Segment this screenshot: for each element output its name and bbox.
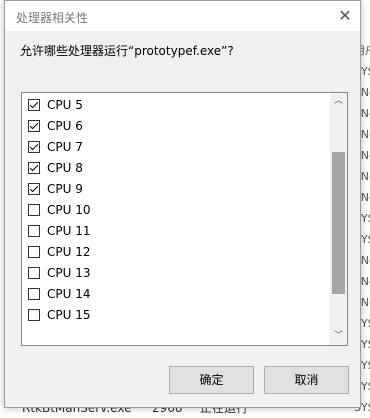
processor-item[interactable]: CPU 5 [28,94,83,115]
processor-label: CPU 10 [47,202,91,217]
processor-label: CPU 14 [47,286,91,301]
processor-item[interactable]: CPU 15 [28,304,90,325]
title-bar[interactable]: 处理器相关性 ✕ [5,1,360,31]
scroll-up-arrow-icon[interactable]: ︿ [330,93,347,110]
checkbox-checked[interactable] [28,98,40,111]
processor-label: CPU 13 [47,265,91,280]
dialog-title: 处理器相关性 [16,11,89,25]
processor-item[interactable]: CPU 8 [28,157,83,178]
processor-item[interactable]: CPU 7 [28,136,83,157]
processor-label: CPU 11 [47,223,91,238]
processor-item[interactable]: CPU 12 [28,241,90,262]
scroll-down-arrow-icon[interactable]: ﹀ [330,328,347,345]
ok-button[interactable]: 确定 [169,366,254,394]
close-icon[interactable]: ✕ [334,5,356,27]
checkbox-unchecked[interactable] [28,287,40,300]
processor-label: CPU 9 [47,181,83,196]
scroll-thumb[interactable] [332,152,345,294]
processor-item[interactable]: CPU 10 [28,199,90,220]
processor-affinity-dialog: 处理器相关性 ✕ 允许哪些处理器运行“prototypef.exe”? CPU … [4,0,361,408]
checkbox-checked[interactable] [28,140,40,153]
processor-item[interactable]: CPU 13 [28,262,90,283]
processor-list[interactable]: CPU 5 CPU 6 CPU 7 CPU 8 CPU 9 CPU 10 CPU 11 CPU… [21,92,348,346]
checkbox-checked[interactable] [28,161,40,174]
checkbox-unchecked[interactable] [28,203,40,216]
checkbox-unchecked[interactable] [28,266,40,279]
cancel-button[interactable]: 取消 [264,366,349,394]
processor-item[interactable]: CPU 9 [28,178,83,199]
dialog-prompt: 允许哪些处理器运行“prototypef.exe”? [20,44,234,58]
processor-item[interactable]: CPU 14 [28,283,90,304]
processor-label: CPU 12 [47,244,91,259]
vertical-scrollbar[interactable]: ︿ ﹀ [330,93,347,345]
checkbox-unchecked[interactable] [28,224,40,237]
processor-label: CPU 7 [47,139,83,154]
processor-label: CPU 8 [47,160,83,175]
processor-label: CPU 15 [47,307,91,322]
processor-label: CPU 6 [47,118,83,133]
processor-item[interactable]: CPU 6 [28,115,83,136]
processor-item[interactable]: CPU 11 [28,220,90,241]
checkbox-unchecked[interactable] [28,245,40,258]
checkbox-checked[interactable] [28,119,40,132]
checkbox-checked[interactable] [28,182,40,195]
processor-items: CPU 5 CPU 6 CPU 7 CPU 8 CPU 9 CPU 10 CPU 11 CPU… [22,93,331,345]
processor-label: CPU 5 [47,97,83,112]
checkbox-unchecked[interactable] [28,308,40,321]
